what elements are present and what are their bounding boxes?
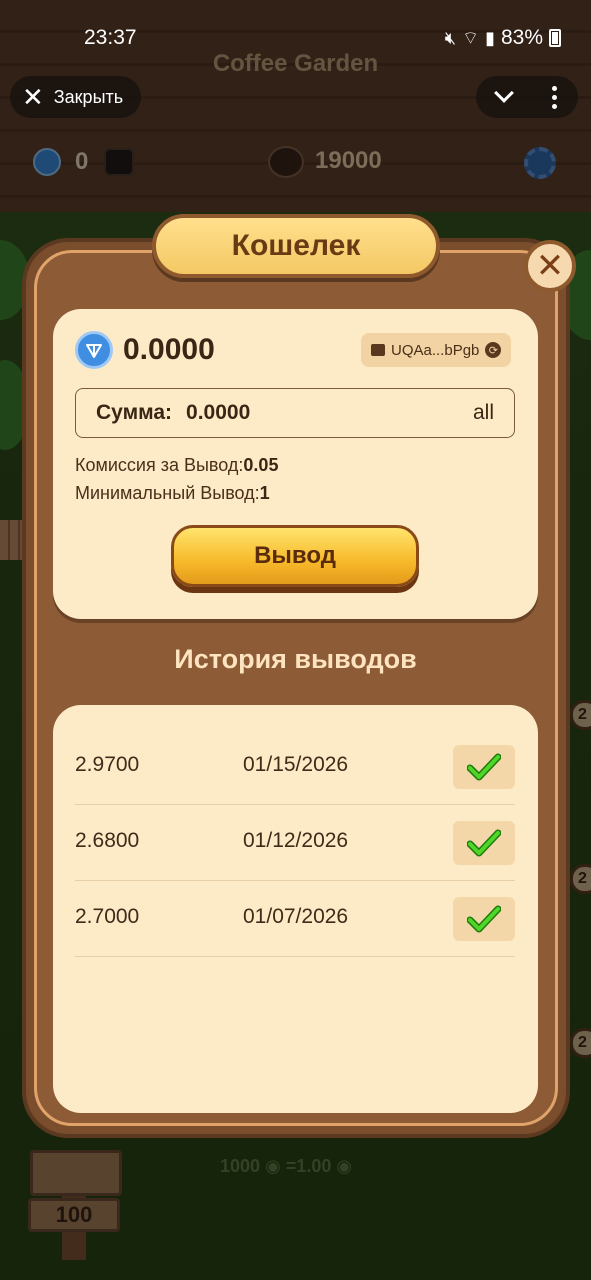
ton-coin-icon: [75, 331, 113, 369]
status-time: 23:37: [84, 26, 137, 49]
balance-value: 0.0000: [123, 333, 215, 366]
min-value: 1: [259, 483, 270, 503]
history-amount: 2.7000: [75, 905, 140, 928]
checkmark-icon: [467, 753, 501, 781]
history-amount: 2.6800: [75, 829, 140, 852]
close-label: Закрыть: [53, 86, 124, 107]
checkmark-icon: [467, 829, 501, 857]
menu-controls: [476, 76, 578, 118]
wallet-address-button[interactable]: UQAa...bPgb ⟳: [361, 333, 512, 367]
history-date: 01/12/2026: [243, 829, 349, 852]
amount-label: Сумма:: [96, 401, 173, 424]
mute-icon: 🔇︎: [444, 27, 457, 48]
close-icon: ✕: [535, 247, 565, 285]
history-row: 2.6800 01/12/2026: [75, 805, 515, 881]
amount-input[interactable]: Сумма: 0.0000 all: [75, 388, 515, 438]
history-date: 01/07/2026: [243, 905, 349, 928]
wifi-icon: ⌔: [462, 27, 480, 48]
history-amount: 2.9700: [75, 753, 140, 776]
status-icons: 🔇︎ ⌔ ▮ 83%: [445, 26, 561, 50]
close-button[interactable]: ✕ Закрыть: [10, 76, 142, 118]
history-list: 2.9700 01/15/2026 2.6800 01/12/2026 2.70…: [53, 705, 538, 1113]
history-date: 01/15/2026: [243, 753, 349, 776]
all-button[interactable]: all: [473, 401, 494, 425]
signal-icon: ▮: [485, 27, 495, 48]
wallet-icon: [371, 344, 385, 356]
withdraw-fee: Комиссия за Вывод:0.05: [75, 455, 278, 476]
status-badge: [453, 897, 515, 941]
checkmark-icon: [467, 905, 501, 933]
wallet-title: Кошелек: [152, 214, 440, 278]
min-withdraw: Минимальный Вывод:1: [75, 483, 270, 504]
status-badge: [453, 745, 515, 789]
modal-close-button[interactable]: ✕: [524, 240, 576, 292]
more-menu-icon[interactable]: [552, 85, 558, 109]
status-bar: 23:37 🔇︎ ⌔ ▮ 83%: [0, 20, 591, 60]
min-label: Минимальный Вывод:: [75, 483, 260, 503]
wallet-address: UQAa...bPgb: [391, 341, 480, 359]
withdraw-button[interactable]: Вывод: [171, 525, 419, 587]
status-badge: [453, 821, 515, 865]
chevron-down-icon[interactable]: [493, 83, 514, 103]
close-icon: ✕: [22, 82, 44, 112]
fee-label: Комиссия за Вывод:: [75, 455, 244, 475]
fee-value: 0.05: [243, 455, 279, 475]
history-row: 2.9700 01/15/2026: [75, 729, 515, 805]
balance-card: 0.0000 UQAa...bPgb ⟳ Сумма: 0.0000 all К…: [53, 309, 538, 619]
amount-value[interactable]: 0.0000: [186, 401, 250, 425]
battery-percent: 83%: [500, 26, 543, 49]
history-title: История выводов: [174, 644, 417, 674]
battery-icon: [549, 29, 561, 47]
history-row: 2.7000 01/07/2026: [75, 881, 515, 957]
sync-icon: ⟳: [485, 342, 502, 358]
